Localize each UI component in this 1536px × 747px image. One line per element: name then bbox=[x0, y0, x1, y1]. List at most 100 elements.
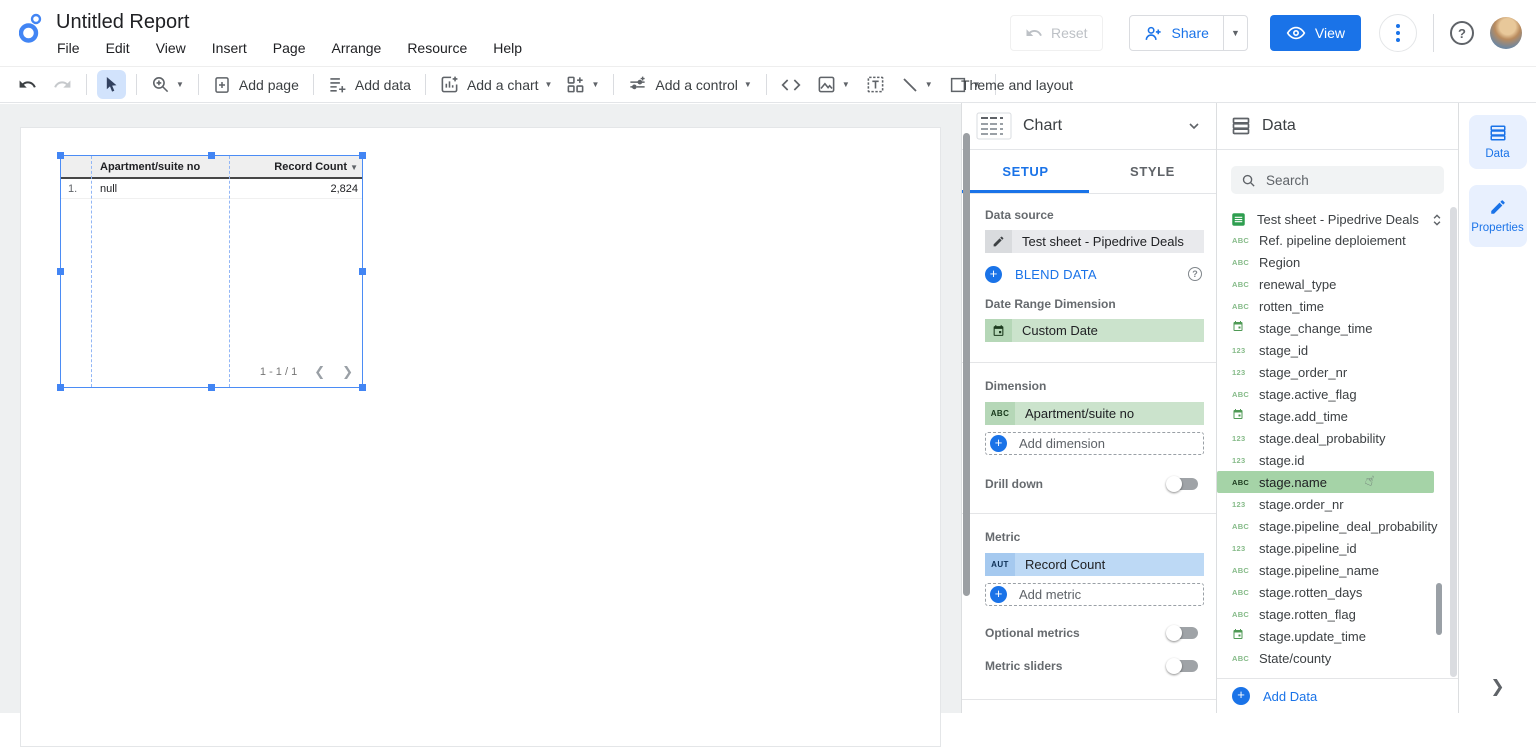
undo-button[interactable] bbox=[18, 75, 37, 94]
field-name: stage.update_time bbox=[1259, 629, 1366, 644]
field-list-scrollbar[interactable] bbox=[1436, 583, 1442, 635]
share-button[interactable]: Share ▼ bbox=[1129, 15, 1248, 51]
community-viz-icon bbox=[566, 75, 585, 94]
menu-page[interactable]: Page bbox=[273, 40, 306, 56]
blend-data-button[interactable]: + BLEND DATA ? bbox=[985, 263, 1204, 285]
avatar[interactable] bbox=[1490, 17, 1522, 49]
field-stage.pipeline_deal_probability[interactable]: ABCstage.pipeline_deal_probability bbox=[1217, 515, 1458, 537]
collapse-panel-chevron-icon[interactable]: ❯ bbox=[1490, 677, 1504, 697]
menu-resource[interactable]: Resource bbox=[407, 40, 467, 56]
data-source-row[interactable]: Test sheet - Pipedrive Deals bbox=[1231, 212, 1444, 227]
panel-title: Chart bbox=[1023, 117, 1186, 135]
canvas[interactable]: Apartment/suite no Record Count ▼ 1. nul… bbox=[0, 104, 961, 713]
field-stage_change_time[interactable]: stage_change_time bbox=[1217, 317, 1458, 339]
menu-file[interactable]: File bbox=[57, 40, 80, 56]
field-stage.id[interactable]: 123stage.id bbox=[1217, 449, 1458, 471]
tab-style[interactable]: STYLE bbox=[1089, 150, 1216, 193]
report-title[interactable]: Untitled Report bbox=[56, 11, 189, 34]
line-button[interactable]: ▼ bbox=[897, 76, 937, 94]
field-stage.rotten_days[interactable]: ABCstage.rotten_days bbox=[1217, 581, 1458, 603]
date-range-dimension-chip[interactable]: Custom Date bbox=[985, 319, 1204, 342]
field-stage.pipeline_name[interactable]: ABCstage.pipeline_name bbox=[1217, 559, 1458, 581]
field-stage.add_time[interactable]: stage.add_time bbox=[1217, 405, 1458, 427]
field-Ref. pipeline deploiement[interactable]: ABCRef. pipeline deploiement bbox=[1217, 229, 1458, 251]
add-metric-button[interactable]: + Add metric bbox=[985, 583, 1204, 606]
menu-bar: File Edit View Insert Page Arrange Resource Hel… bbox=[57, 40, 522, 56]
resize-handle[interactable] bbox=[208, 384, 215, 391]
resize-handle[interactable] bbox=[359, 384, 366, 391]
field-stage.pipeline_id[interactable]: 123stage.pipeline_id bbox=[1217, 537, 1458, 559]
add-data-icon bbox=[328, 75, 347, 94]
select-tool-button[interactable] bbox=[97, 70, 126, 99]
field-stage.rotten_flag[interactable]: ABCstage.rotten_flag bbox=[1217, 603, 1458, 625]
search-input[interactable] bbox=[1266, 173, 1416, 188]
resize-handle[interactable] bbox=[57, 268, 64, 275]
help-icon[interactable]: ? bbox=[1450, 21, 1474, 45]
add-data-button[interactable]: + Add Data bbox=[1217, 678, 1458, 713]
reset-button[interactable]: Reset bbox=[1010, 15, 1103, 51]
rail-data-button[interactable]: Data bbox=[1469, 115, 1527, 169]
setup-scrollbar[interactable] bbox=[963, 133, 970, 596]
menu-view[interactable]: View bbox=[156, 40, 186, 56]
rail-properties-button[interactable]: Properties bbox=[1469, 185, 1527, 247]
table-chart[interactable]: Apartment/suite no Record Count ▼ 1. nul… bbox=[60, 155, 363, 388]
panel-scrollbar[interactable] bbox=[1450, 207, 1457, 677]
search-box[interactable] bbox=[1231, 166, 1444, 194]
field-State/county[interactable]: ABCState/county bbox=[1217, 647, 1458, 669]
field-stage.order_nr[interactable]: 123stage.order_nr bbox=[1217, 493, 1458, 515]
field-stage.deal_probability[interactable]: 123stage.deal_probability bbox=[1217, 427, 1458, 449]
metric-label: Metric bbox=[985, 530, 1204, 544]
table-col-metric[interactable]: Record Count ▼ bbox=[229, 161, 358, 173]
collapse-icon[interactable] bbox=[1430, 213, 1444, 227]
pencil-icon[interactable] bbox=[985, 230, 1012, 253]
line-icon bbox=[901, 76, 919, 94]
field-stage.name[interactable]: ABCstage.name☝ bbox=[1217, 471, 1434, 493]
add-control-button[interactable]: Add a control ▼ bbox=[624, 75, 755, 94]
more-options-button[interactable] bbox=[1379, 14, 1417, 52]
field-stage.active_flag[interactable]: ABCstage.active_flag bbox=[1217, 383, 1458, 405]
dimension-chip[interactable]: ABC Apartment/suite no bbox=[985, 402, 1204, 425]
menu-arrange[interactable]: Arrange bbox=[332, 40, 382, 56]
chevron-down-icon[interactable] bbox=[1186, 118, 1202, 134]
field-renewal_type[interactable]: ABCrenewal_type bbox=[1217, 273, 1458, 295]
theme-and-layout-button[interactable]: Theme and layout bbox=[961, 77, 1073, 93]
add-dimension-button[interactable]: + Add dimension bbox=[985, 432, 1204, 455]
field-Region[interactable]: ABCRegion bbox=[1217, 251, 1458, 273]
menu-insert[interactable]: Insert bbox=[212, 40, 247, 56]
add-data-button[interactable]: Add data bbox=[324, 75, 415, 94]
field-stage.update_time[interactable]: stage.update_time bbox=[1217, 625, 1458, 647]
view-button[interactable]: View bbox=[1270, 15, 1361, 51]
community-visualizations-button[interactable]: ▼ bbox=[562, 75, 603, 94]
data-source-chip[interactable]: Test sheet - Pipedrive Deals bbox=[985, 230, 1204, 253]
resize-handle[interactable] bbox=[57, 384, 64, 391]
table-col-dimension[interactable]: Apartment/suite no bbox=[91, 161, 229, 173]
zoom-tool[interactable]: ▼ bbox=[147, 75, 188, 94]
blend-help-icon[interactable]: ? bbox=[1188, 267, 1202, 281]
field-stage_order_nr[interactable]: 123stage_order_nr bbox=[1217, 361, 1458, 383]
image-button[interactable]: ▼ bbox=[813, 75, 854, 94]
resize-handle[interactable] bbox=[57, 152, 64, 159]
share-dropdown-caret[interactable]: ▼ bbox=[1223, 15, 1247, 51]
metric-chip[interactable]: AUT Record Count bbox=[985, 553, 1204, 576]
report-page[interactable]: Apartment/suite no Record Count ▼ 1. nul… bbox=[20, 127, 941, 747]
url-embed-button[interactable] bbox=[777, 75, 805, 95]
optional-metrics-toggle[interactable] bbox=[1168, 627, 1198, 639]
page-next-icon[interactable]: ❯ bbox=[342, 364, 353, 380]
page-prev-icon[interactable]: ❮ bbox=[314, 364, 325, 380]
resize-handle[interactable] bbox=[359, 268, 366, 275]
resize-handle[interactable] bbox=[359, 152, 366, 159]
menu-help[interactable]: Help bbox=[493, 40, 522, 56]
field-stage_id[interactable]: 123stage_id bbox=[1217, 339, 1458, 361]
metric-sliders-toggle[interactable] bbox=[1168, 660, 1198, 672]
cursor-icon bbox=[104, 76, 119, 93]
redo-button[interactable] bbox=[53, 75, 72, 94]
add-chart-button[interactable]: Add a chart ▼ bbox=[436, 75, 557, 94]
app-header: Untitled Report File Edit View Insert Page Ar… bbox=[0, 0, 1536, 66]
add-page-button[interactable]: Add page bbox=[209, 76, 303, 94]
tab-setup[interactable]: SETUP bbox=[962, 150, 1089, 193]
drill-down-toggle[interactable] bbox=[1168, 478, 1198, 490]
field-rotten_time[interactable]: ABCrotten_time bbox=[1217, 295, 1458, 317]
text-button[interactable] bbox=[862, 75, 889, 94]
resize-handle[interactable] bbox=[208, 152, 215, 159]
menu-edit[interactable]: Edit bbox=[106, 40, 130, 56]
